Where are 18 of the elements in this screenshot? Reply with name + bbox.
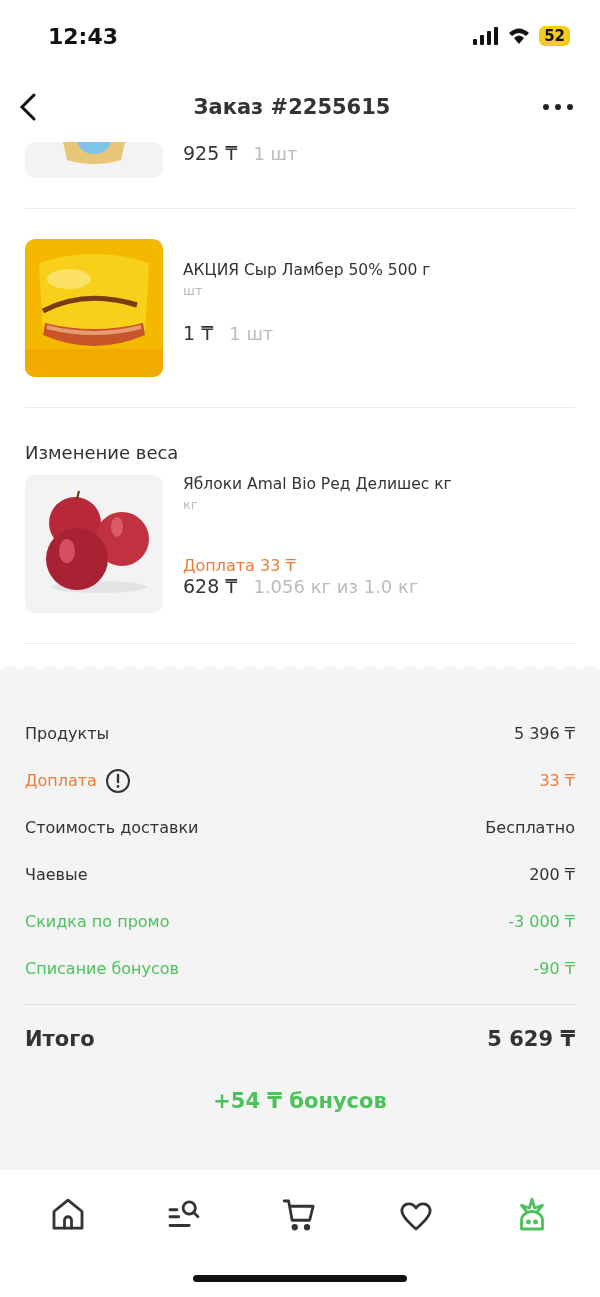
more-icon: [542, 103, 574, 111]
section-title: Изменение веса: [25, 441, 180, 465]
order-title: Заказ #2255615: [193, 95, 391, 119]
item-price: 925 ₸: [183, 142, 238, 164]
item-name: АКЦИЯ Сыр Ламбер 50% 500 г: [183, 261, 431, 279]
item-quantity: 1 шт: [229, 323, 274, 344]
item-price: 628 ₸: [183, 575, 238, 597]
item-surcharge: Доплата 33 ₸: [183, 556, 297, 575]
item-quantity: 1 шт: [253, 143, 298, 164]
item-name: Яблоки Amal Bio Ред Делишес кг: [183, 475, 452, 493]
wifi-icon: [507, 27, 532, 45]
item-quantity: 1.056 кг из 1.0 кг: [253, 576, 419, 597]
item-unit: шт: [183, 283, 204, 298]
item-unit: кг: [183, 497, 199, 512]
item-price: 1 ₸: [183, 322, 214, 344]
battery-level: 52: [539, 26, 570, 46]
signal-icon: [473, 27, 500, 45]
status-time: 12:43: [48, 23, 119, 49]
